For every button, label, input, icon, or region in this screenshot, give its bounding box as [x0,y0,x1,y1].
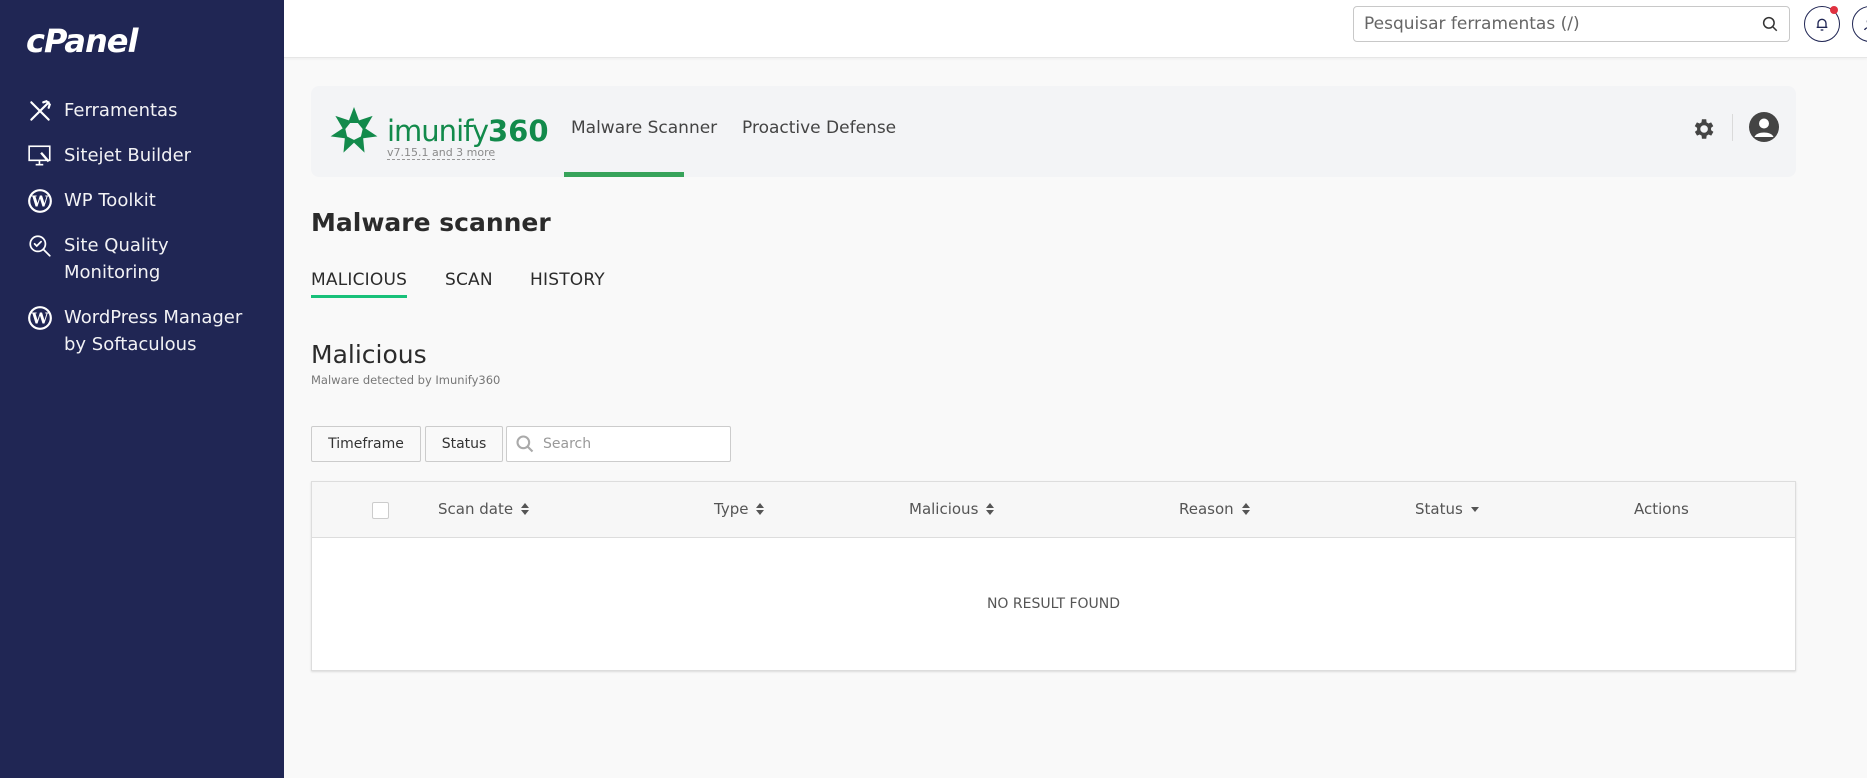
notifications-button[interactable] [1804,6,1840,42]
column-scan-date[interactable]: Scan date [438,500,530,518]
sort-down-icon [1470,506,1479,512]
sidebar: cPanel Ferramentas Sitejet Builder W WP … [0,0,284,778]
active-tab-indicator [564,172,684,177]
search-icon[interactable] [1761,15,1779,33]
table-header: Scan date Type Malicious Reason Status A… [312,482,1795,538]
column-label: Type [714,500,749,518]
column-type[interactable]: Type [714,500,765,518]
monitor-brush-icon [26,142,54,170]
sidebar-item-wordpress-manager[interactable]: W WordPress Manager by Softaculous [26,304,242,358]
version-link[interactable]: v7.15.1 and 3 more [387,146,496,160]
imunify-logo-icon [330,107,378,153]
table-search-input[interactable] [543,436,713,452]
sidebar-item-label-line2: by Softaculous [64,334,197,355]
column-label: Malicious [909,500,979,518]
sidebar-item-label: WordPress Manager [64,307,243,328]
sidebar-item-sitejet-builder[interactable]: Sitejet Builder [26,142,191,170]
user-icon [1864,19,1867,31]
magnifier-check-icon [26,232,54,260]
section-subtitle: Malware detected by Imunify360 [311,373,501,387]
subtab-scan[interactable]: SCAN [445,270,493,290]
tools-icon [26,97,54,125]
sidebar-item-ferramentas[interactable]: Ferramentas [26,97,177,125]
svg-text:W: W [30,309,49,327]
column-reason[interactable]: Reason [1179,500,1250,518]
column-malicious[interactable]: Malicious [909,500,995,518]
tab-proactive-defense[interactable]: Proactive Defense [742,118,896,138]
svg-text:W: W [30,192,49,210]
sort-icon [1241,503,1250,515]
imunify-header: imunify360 v7.15.1 and 3 more Malware Sc… [311,86,1796,177]
subtab-history[interactable]: HISTORY [530,270,605,290]
sort-icon [756,503,765,515]
sidebar-item-label: Ferramentas [64,100,178,121]
bell-icon [1816,18,1828,31]
empty-state: NO RESULT FOUND [986,596,1121,612]
column-actions: Actions [1634,500,1689,518]
table-search-field[interactable] [506,426,731,462]
wordpress-icon: W [26,304,54,332]
sidebar-item-label: WP Toolkit [64,190,156,211]
timeframe-filter-button[interactable]: Timeframe [311,426,421,462]
active-subtab-indicator [311,295,407,298]
tab-malware-scanner[interactable]: Malware Scanner [571,118,717,138]
imunify-brand-number: 360 [488,114,549,148]
notification-badge [1830,6,1838,14]
wordpress-icon: W [26,187,54,215]
column-label: Reason [1179,500,1234,518]
search-icon [516,435,534,453]
sidebar-item-label: Site Quality [64,235,169,256]
column-label: Status [1415,500,1463,518]
header-divider [1732,114,1733,141]
sidebar-item-site-quality-monitoring[interactable]: Site Quality Monitoring [26,232,169,286]
gear-icon[interactable] [1690,116,1716,142]
page-title: Malware scanner [311,208,551,237]
select-all-checkbox[interactable] [372,502,389,519]
tools-search-field[interactable] [1353,6,1790,42]
imunify-brand: imunify [387,114,489,148]
malicious-table: Scan date Type Malicious Reason Status A… [311,481,1796,671]
tools-search-input[interactable] [1364,14,1761,34]
sidebar-item-label: Sitejet Builder [64,145,192,166]
avatar-icon[interactable] [1748,111,1780,143]
sort-icon [521,503,530,515]
cpanel-logo[interactable]: cPanel [26,22,138,60]
sort-icon [986,503,995,515]
section-title: Malicious [311,340,427,369]
column-status[interactable]: Status [1415,500,1479,518]
column-label: Actions [1634,500,1689,518]
subtab-malicious[interactable]: MALICIOUS [311,270,407,290]
sidebar-item-wp-toolkit[interactable]: W WP Toolkit [26,187,156,215]
status-filter-button[interactable]: Status [425,426,503,462]
sidebar-item-label-line2: Monitoring [64,262,161,283]
column-label: Scan date [438,500,514,518]
